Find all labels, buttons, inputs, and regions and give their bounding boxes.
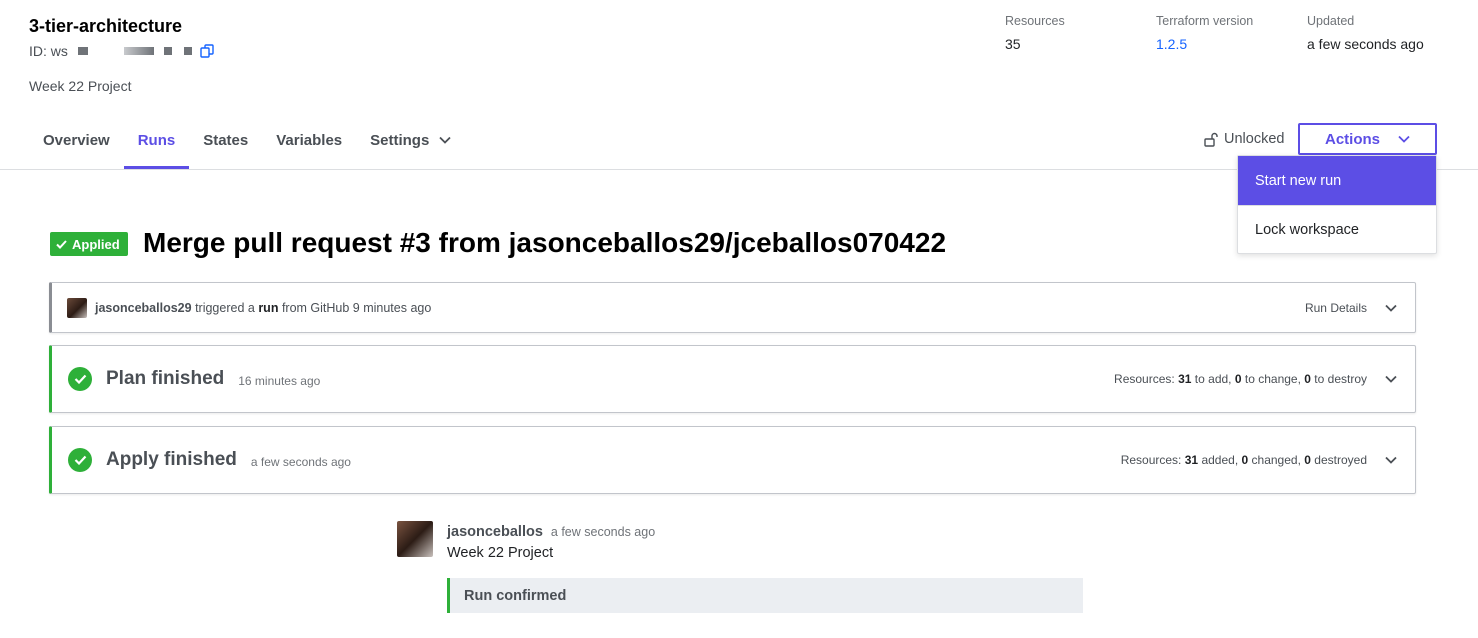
workspace-id-label: ID: ws [29, 43, 68, 59]
avatar [67, 297, 87, 318]
tab-states[interactable]: States [189, 115, 262, 169]
chevron-down-icon [1385, 304, 1397, 312]
trigger-text: from GitHub 9 minutes ago [281, 300, 432, 315]
plan-time: 16 minutes ago [238, 373, 321, 388]
summary-prefix: Resources: [1114, 372, 1175, 386]
run-title: Merge pull request #3 from jasonceballos… [143, 227, 947, 258]
workspace-id: ID: ws [29, 43, 214, 59]
meta-label: Terraform version [1156, 14, 1254, 28]
terraform-version-link[interactable]: 1.2.5 [1156, 36, 1253, 52]
trigger-run-word: run [258, 300, 279, 315]
summary-text: added, [1201, 453, 1239, 467]
summary-prefix: Resources: [1120, 453, 1182, 467]
lock-status-label: Unlocked [1224, 131, 1285, 147]
chevron-down-icon [439, 136, 451, 144]
check-icon [56, 239, 67, 249]
actions-menu: Start new run Lock workspace [1237, 155, 1437, 254]
trigger-user[interactable]: jasonceballos29 [95, 301, 192, 315]
summary-text: destroyed [1314, 453, 1367, 467]
meta-label: Resources [1005, 14, 1065, 28]
tab-label: Settings [370, 132, 430, 149]
plan-resources-summary: Resources: 31 to add, 0 to change, 0 to … [1114, 372, 1367, 386]
apply-time: a few seconds ago [250, 454, 351, 469]
apply-summary: Resources: 31 added, 0 changed, 0 destro… [1121, 453, 1415, 467]
comment-user[interactable]: jasonceballos [447, 524, 543, 540]
actions-button[interactable]: Actions [1298, 123, 1437, 155]
lock-status: Unlocked [1204, 131, 1284, 147]
plan-title: Plan finished [106, 368, 225, 389]
meta-label: Updated [1307, 14, 1355, 28]
plan-card[interactable]: Plan finished 16 minutes ago Resources: … [49, 345, 1416, 413]
tab-label: States [203, 132, 249, 149]
meta-value: 35 [1005, 36, 1021, 52]
meta-terraform-version: Terraform version 1.2.5 [1156, 14, 1253, 52]
tab-overview[interactable]: Overview [29, 115, 124, 169]
chevron-down-icon [1398, 135, 1410, 143]
summary-count: 0 [1241, 453, 1249, 467]
meta-value: a few seconds ago [1307, 36, 1424, 52]
tab-variables[interactable]: Variables [262, 115, 356, 169]
trigger-text: triggered a [195, 300, 255, 315]
run-trigger-card: jasonceballos29 triggered a run from Git… [49, 282, 1416, 333]
comment-header: jasonceballos a few seconds ago [447, 524, 655, 540]
summary-text: to destroy [1314, 372, 1367, 386]
apply-title: Apply finished [106, 449, 237, 470]
summary-count: 0 [1234, 372, 1242, 386]
avatar [397, 521, 433, 557]
meta-resources: Resources 35 [1005, 14, 1065, 52]
summary-text: to add, [1194, 372, 1232, 386]
summary-count: 0 [1304, 453, 1311, 467]
comment-text: Week 22 Project [447, 545, 554, 561]
status-badge-label: Applied [72, 236, 120, 252]
summary-count: 31 [1178, 372, 1192, 386]
run-details-toggle[interactable]: Run Details [1305, 301, 1415, 315]
chevron-down-icon[interactable] [1385, 375, 1397, 383]
apply-resources-summary: Resources: 31 added, 0 changed, 0 destro… [1121, 453, 1367, 467]
summary-text: to change, [1244, 372, 1301, 386]
status-badge: Applied [50, 232, 128, 256]
success-check-icon [68, 448, 92, 472]
unlock-icon [1204, 132, 1218, 147]
tab-label: Variables [276, 132, 343, 149]
redacted-id [163, 47, 172, 55]
run-confirmed-note: Run confirmed [447, 578, 1083, 613]
tab-settings[interactable]: Settings [356, 115, 465, 169]
tab-runs[interactable]: Runs [123, 115, 190, 169]
chevron-down-icon[interactable] [1385, 456, 1397, 464]
tab-label: Runs [137, 132, 176, 149]
menu-item-start-new-run[interactable]: Start new run [1238, 156, 1436, 205]
workspace-tabs: Overview Runs States Variables Settings [29, 115, 465, 169]
success-check-icon [68, 367, 92, 391]
menu-item-lock-workspace[interactable]: Lock workspace [1238, 205, 1436, 254]
summary-count: 31 [1184, 453, 1199, 467]
plan-summary: Resources: 31 to add, 0 to change, 0 to … [1114, 372, 1415, 386]
copy-icon[interactable] [200, 44, 214, 58]
workspace-title: 3-tier-architecture [29, 16, 183, 36]
workspace-description: Week 22 Project [29, 78, 132, 94]
redacted-id [183, 47, 192, 55]
actions-label: Actions [1324, 130, 1380, 148]
run-details-label: Run Details [1304, 300, 1367, 315]
redacted-id [77, 47, 88, 55]
apply-card[interactable]: Apply finished a few seconds ago Resourc… [49, 426, 1416, 494]
comment-time: a few seconds ago [550, 525, 656, 539]
redacted-id [123, 47, 154, 55]
tab-label: Overview [43, 132, 110, 149]
summary-count: 0 [1304, 372, 1311, 386]
meta-updated: Updated a few seconds ago [1307, 14, 1424, 52]
summary-text: changed, [1251, 453, 1301, 467]
